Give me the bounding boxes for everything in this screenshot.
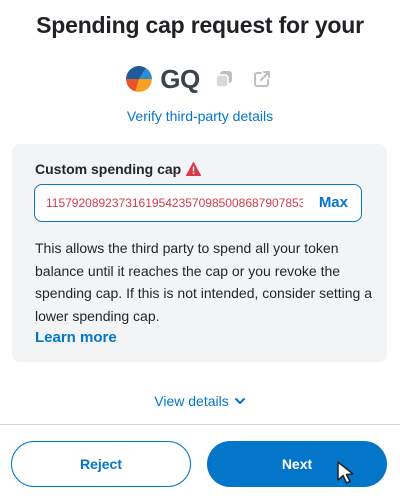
max-button[interactable]: Max: [319, 194, 348, 211]
footer-divider: [0, 424, 400, 425]
spending-cap-label: Custom spending cap: [35, 161, 182, 177]
warning-triangle-icon: [186, 162, 201, 176]
spending-cap-input[interactable]: 1157920892373161954235709850086879078532…: [34, 184, 362, 222]
reject-button[interactable]: Reject: [11, 441, 191, 487]
token-symbol: GQ: [160, 63, 200, 94]
next-button[interactable]: Next: [207, 441, 387, 487]
spending-cap-value[interactable]: 1157920892373161954235709850086879078532…: [46, 196, 303, 210]
token-row: GQ: [0, 62, 400, 96]
spending-cap-description: This allows the third party to spend all…: [35, 240, 372, 324]
mouse-pointer-icon: [337, 461, 354, 484]
view-details-toggle[interactable]: View details: [0, 393, 400, 409]
next-button-label: Next: [281, 456, 313, 472]
page-title: Spending cap request for your: [36, 12, 364, 38]
view-details-label: View details: [154, 393, 229, 409]
spending-cap-card: Custom spending cap 11579208923731619542…: [12, 144, 387, 362]
gq-token-logo-icon: [126, 66, 153, 92]
chevron-down-icon: [234, 398, 245, 404]
reject-button-label: Reject: [79, 456, 123, 472]
copy-icon[interactable]: [212, 67, 236, 91]
verify-third-party-link[interactable]: Verify third-party details: [0, 108, 400, 124]
external-link-icon[interactable]: [250, 67, 274, 91]
learn-more-link[interactable]: Learn more: [35, 329, 117, 346]
